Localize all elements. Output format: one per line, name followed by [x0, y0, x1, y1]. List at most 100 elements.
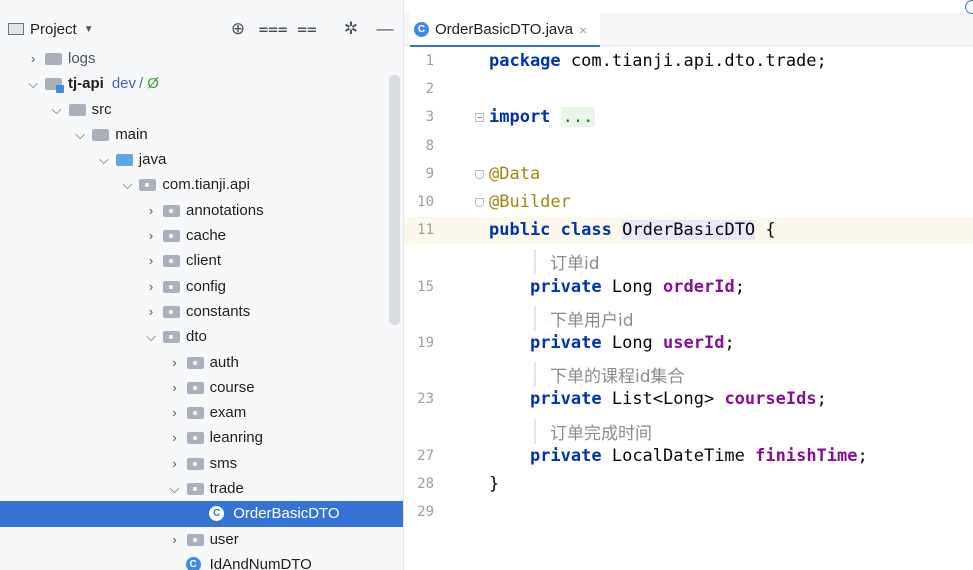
package-icon: [163, 280, 180, 293]
code-text: private Long orderId;: [489, 277, 745, 297]
chevron-right-icon[interactable]: ›: [144, 248, 158, 273]
code-token: Long: [601, 333, 664, 353]
tree-item-dto[interactable]: ⌵ dto: [0, 324, 403, 349]
tree-item-text: sms: [209, 454, 238, 472]
vcs-branch-separator: /: [139, 75, 144, 93]
chevron-down-icon[interactable]: ⌵: [97, 147, 111, 172]
tree-item-logs[interactable]: › logs: [0, 46, 403, 71]
field-name-token: userId: [663, 333, 725, 353]
tree-item-config[interactable]: › config: [0, 274, 403, 299]
chevron-right-icon[interactable]: ›: [168, 451, 182, 476]
chevron-right-icon[interactable]: ›: [168, 350, 182, 375]
code-line[interactable]: 15 private Long orderId;: [404, 274, 973, 302]
chevron-right-icon[interactable]: ›: [144, 198, 158, 223]
line-number: 27: [417, 447, 434, 464]
tree-item-text: exam: [209, 404, 247, 422]
chevron-right-icon[interactable]: ›: [168, 527, 182, 552]
chevron-right-icon[interactable]: ›: [144, 299, 158, 324]
rendered-doc-comment: 下单用户id: [534, 305, 634, 331]
code-line[interactable]: 3 import ...: [404, 104, 973, 132]
annotation-token: @Data: [489, 163, 541, 184]
editor-tab-orderbasicdto[interactable]: C OrderBasicDTO.java ×: [410, 13, 600, 47]
package-icon: [186, 432, 204, 445]
tree-item-leanring[interactable]: › leanring: [0, 425, 403, 450]
code-line[interactable]: 23 private List<Long> courseIds;: [404, 386, 973, 414]
code-line[interactable]: 1 package com.tianji.api.dto.trade;: [404, 48, 973, 76]
project-view-selector[interactable]: Project ▼: [8, 21, 94, 38]
code-line[interactable]: 9 @Data: [404, 161, 973, 189]
fold-marker-icon[interactable]: [475, 169, 484, 179]
code-line[interactable]: 2: [404, 76, 973, 104]
line-number: 28: [417, 476, 434, 492]
chevron-down-icon[interactable]: ⌵: [50, 97, 64, 122]
project-panel: Project ▼ ⊕ ⩶ ⩵ ✲ — › logs ⌵ tj-api dev / Ø ⌵ src ⌵ ma…: [0, 0, 404, 570]
chevron-right-icon[interactable]: ›: [144, 274, 158, 299]
rendered-doc-comment: 订单id: [534, 249, 600, 275]
code-token: OrderBasicDTO: [622, 220, 756, 241]
code-token: List<Long>: [601, 389, 725, 410]
tree-item-label: client: [186, 248, 221, 273]
code-line[interactable]: 11 public class OrderBasicDTO {: [404, 217, 973, 246]
chevron-right-icon[interactable]: ›: [168, 375, 182, 400]
tree-scrollbar[interactable]: [389, 75, 400, 325]
tree-item-label: tj-api dev / Ø: [68, 71, 159, 96]
chevron-right-icon[interactable]: ›: [144, 223, 158, 248]
chevron-right-icon[interactable]: ›: [168, 425, 182, 450]
expand-all-icon[interactable]: ⩶: [258, 18, 287, 40]
java-class-icon: C: [414, 22, 429, 37]
package-icon: [186, 381, 204, 394]
tree-item-course[interactable]: › course: [0, 375, 403, 400]
fold-marker-icon[interactable]: [475, 198, 484, 207]
tree-item-orderbasicdto[interactable]: C OrderBasicDTO: [0, 501, 403, 527]
line-number: 29: [417, 504, 434, 521]
tree-item-main[interactable]: ⌵ main: [0, 122, 403, 147]
code-line[interactable]: 27 private LocalDateTime finishTime;: [404, 443, 973, 471]
code-text: package com.tianji.api.dto.trade;: [489, 51, 827, 71]
code-line[interactable]: 8: [404, 133, 973, 161]
chevron-down-icon[interactable]: ⌵: [168, 476, 182, 501]
chevron-right-icon[interactable]: ›: [168, 400, 182, 425]
line-number: 2: [425, 81, 434, 98]
code-line[interactable]: 29: [404, 499, 973, 527]
tree-item-constants[interactable]: › constants: [0, 299, 403, 324]
collapse-all-icon[interactable]: ⩵: [296, 18, 318, 40]
keyword-token: private: [529, 445, 602, 466]
tree-item-sms[interactable]: › sms: [0, 451, 403, 476]
tree-item-cache[interactable]: › cache: [0, 223, 403, 248]
code-token: com.tianji.api.dto.trade;: [560, 51, 827, 71]
tree-item-tj-api[interactable]: ⌵ tj-api dev / Ø: [0, 71, 403, 96]
tree-item-exam[interactable]: › exam: [0, 400, 403, 425]
line-number: 1: [425, 53, 434, 69]
code-line[interactable]: 28}: [404, 471, 973, 499]
tree-item-com-tianji-api[interactable]: ⌵ com.tianji.api: [0, 172, 403, 197]
chevron-down-icon[interactable]: ⌵: [73, 122, 87, 147]
tree-item-user[interactable]: › user: [0, 527, 403, 552]
chevron-down-icon[interactable]: ⌵: [120, 172, 134, 197]
code-line[interactable]: 10 @Builder: [404, 189, 973, 217]
locate-icon[interactable]: ⊕: [227, 18, 249, 40]
tree-item-auth[interactable]: › auth: [0, 350, 403, 375]
fold-marker-icon[interactable]: [475, 113, 484, 123]
project-panel-title: Project: [30, 20, 77, 38]
code-token: ...: [560, 107, 596, 128]
close-tab-icon[interactable]: ×: [579, 22, 587, 38]
tree-item-trade[interactable]: ⌵ trade: [0, 476, 403, 501]
tree-item-text: IdAndNumDTO: [209, 555, 312, 570]
keyword-token: private: [529, 333, 602, 353]
tree-item-annotations[interactable]: › annotations: [0, 198, 403, 223]
tree-item-src[interactable]: ⌵ src: [0, 97, 403, 122]
keyword-token: class: [560, 220, 612, 241]
code-line[interactable]: 19 private Long userId;: [404, 330, 973, 358]
hide-panel-icon[interactable]: —: [374, 18, 396, 40]
chevron-down-icon[interactable]: ⌵: [26, 71, 40, 96]
line-number: 3: [425, 109, 434, 126]
tree-item-client[interactable]: › client: [0, 248, 403, 273]
project-tree[interactable]: › logs ⌵ tj-api dev / Ø ⌵ src ⌵ main ⌵ java ⌵ com.tian…: [0, 46, 403, 570]
tree-item-java[interactable]: ⌵ java: [0, 147, 403, 172]
chevron-down-icon[interactable]: ⌵: [144, 324, 158, 349]
tree-item-idandnumdto[interactable]: C IdAndNumDTO: [0, 552, 403, 570]
chevron-right-icon[interactable]: ›: [26, 46, 40, 71]
folder-icon: [68, 103, 86, 116]
settings-gear-icon[interactable]: ✲: [340, 18, 362, 40]
